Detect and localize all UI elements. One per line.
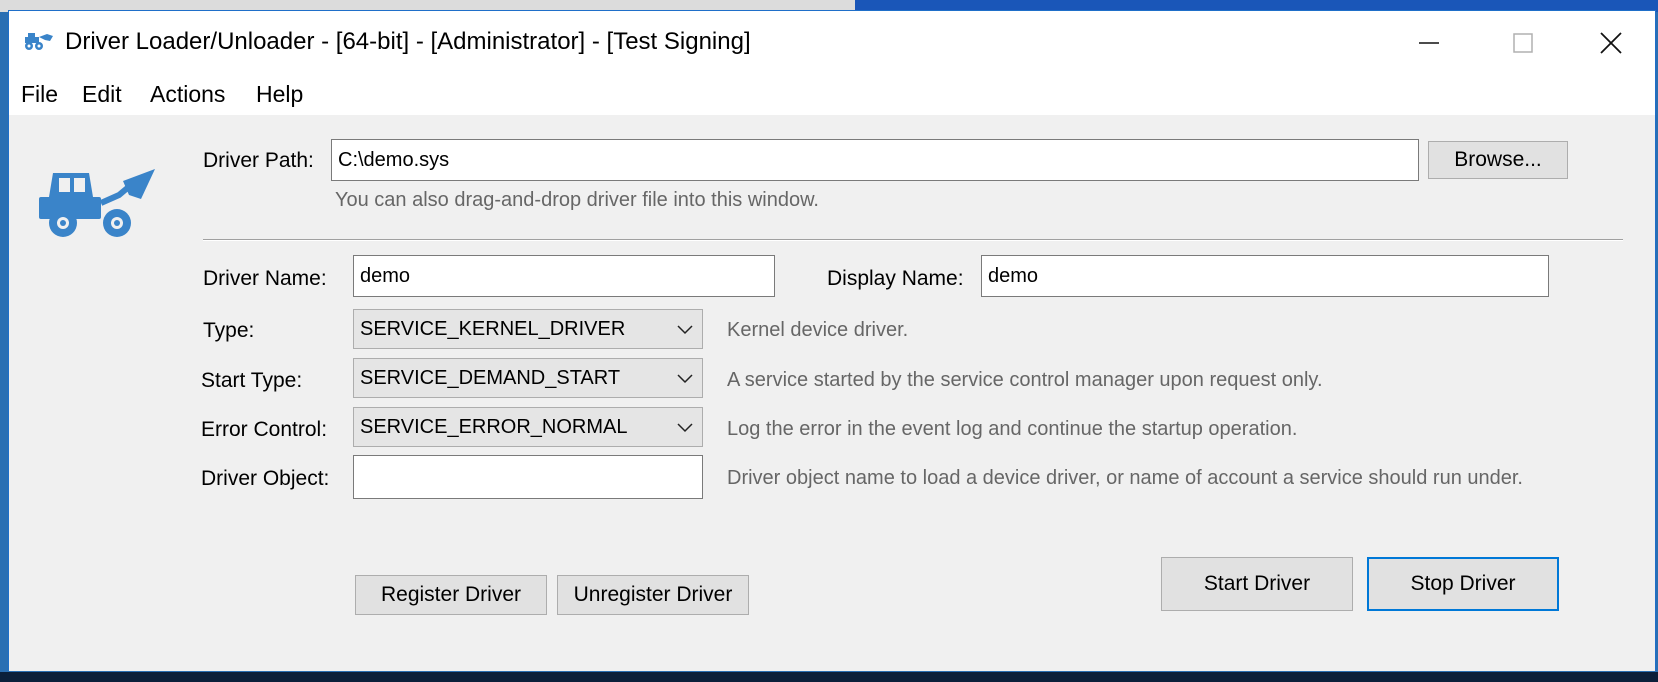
maximize-icon <box>1512 32 1534 59</box>
error-control-label: Error Control: <box>201 418 328 441</box>
driver-path-label: Driver Path: <box>203 149 314 172</box>
close-button[interactable] <box>1571 23 1651 67</box>
stop-driver-button[interactable]: Stop Driver <box>1367 557 1559 611</box>
close-icon <box>1599 31 1623 60</box>
error-control-description: Log the error in the event log and conti… <box>727 418 1298 440</box>
display-name-label: Display Name: <box>827 267 964 290</box>
menu-help[interactable]: Help <box>250 81 309 108</box>
display-name-input[interactable] <box>981 255 1549 297</box>
driver-path-input[interactable] <box>331 139 1419 181</box>
driver-name-input[interactable] <box>353 255 775 297</box>
driver-object-label: Driver Object: <box>201 467 330 490</box>
maximize-button[interactable] <box>1483 23 1563 67</box>
menu-actions[interactable]: Actions <box>144 81 231 108</box>
separator <box>203 239 1623 241</box>
chevron-down-icon <box>676 320 694 344</box>
menu-file[interactable]: File <box>15 81 64 108</box>
browse-button[interactable]: Browse... <box>1428 141 1568 179</box>
driver-object-description: Driver object name to load a device driv… <box>727 467 1523 489</box>
unregister-driver-button[interactable]: Unregister Driver <box>557 575 749 615</box>
menu-edit[interactable]: Edit <box>76 81 128 108</box>
type-select[interactable]: SERVICE_KERNEL_DRIVER <box>353 309 703 349</box>
chevron-down-icon <box>676 418 694 442</box>
driver-path-hint: You can also drag-and-drop driver file i… <box>335 189 819 211</box>
menu-bar: File Edit Actions Help <box>9 73 1655 115</box>
start-type-selected-value: SERVICE_DEMAND_START <box>360 367 621 389</box>
bulldozer-icon <box>23 31 55 56</box>
type-selected-value: SERVICE_KERNEL_DRIVER <box>360 318 626 340</box>
window-title: Driver Loader/Unloader - [64-bit] - [Adm… <box>65 28 751 55</box>
driver-name-label: Driver Name: <box>203 267 327 290</box>
chevron-down-icon <box>676 369 694 393</box>
start-type-select[interactable]: SERVICE_DEMAND_START <box>353 358 703 398</box>
title-bar[interactable]: Driver Loader/Unloader - [64-bit] - [Adm… <box>9 11 1655 73</box>
error-control-select[interactable]: SERVICE_ERROR_NORMAL <box>353 407 703 447</box>
taskbar-strip <box>0 672 1658 682</box>
start-type-description: A service started by the service control… <box>727 369 1323 391</box>
main-panel: Driver Path: Browse... You can also drag… <box>9 115 1655 671</box>
start-driver-button[interactable]: Start Driver <box>1161 557 1353 611</box>
type-description: Kernel device driver. <box>727 319 909 341</box>
driver-object-input[interactable] <box>353 455 703 499</box>
minimize-button[interactable] <box>1389 23 1469 67</box>
type-label: Type: <box>203 319 255 342</box>
bulldozer-icon <box>35 165 165 250</box>
app-window: Driver Loader/Unloader - [64-bit] - [Adm… <box>8 10 1656 671</box>
start-type-label: Start Type: <box>201 369 303 392</box>
error-control-selected-value: SERVICE_ERROR_NORMAL <box>360 416 628 438</box>
minimize-icon <box>1418 32 1440 59</box>
register-driver-button[interactable]: Register Driver <box>355 575 547 615</box>
